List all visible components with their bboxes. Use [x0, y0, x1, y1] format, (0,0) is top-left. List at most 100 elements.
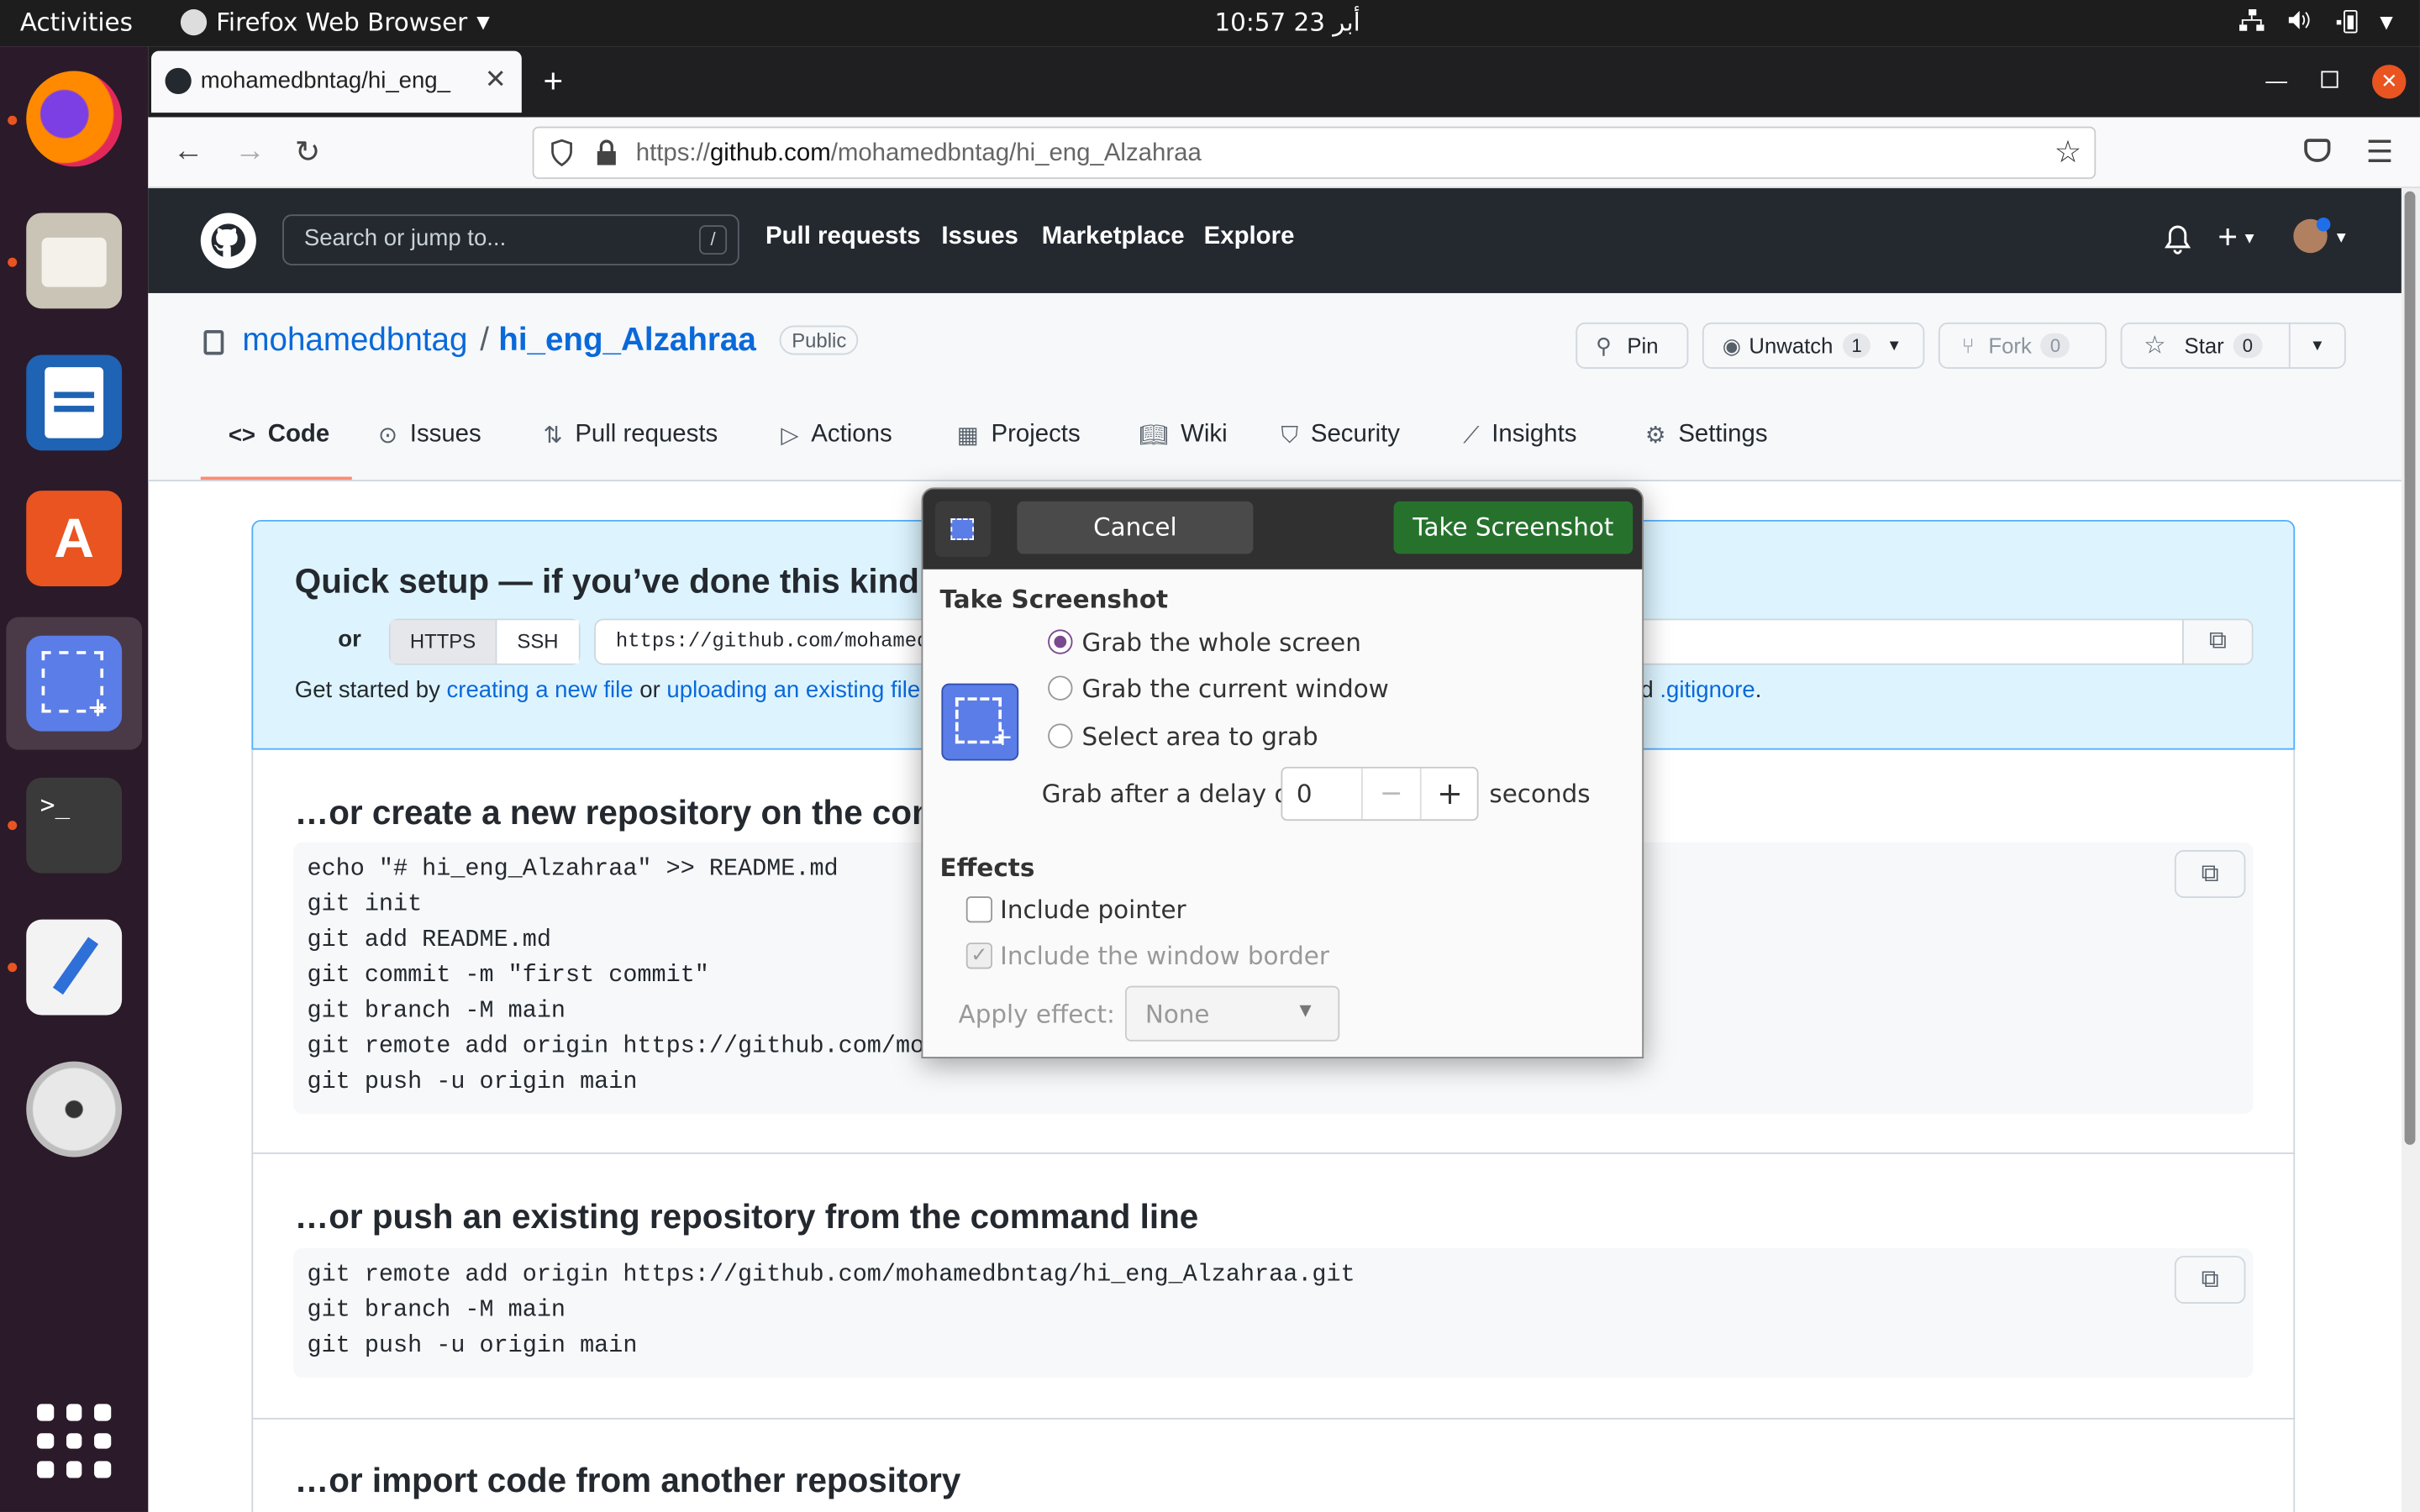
- minimize-icon[interactable]: —: [2265, 68, 2287, 92]
- text-editor-icon[interactable]: [26, 919, 123, 1016]
- scrollbar-thumb[interactable]: [2404, 191, 2416, 1145]
- include-border-label[interactable]: Include the window border: [1000, 941, 1329, 970]
- gh-nav-issues[interactable]: Issues: [941, 223, 1018, 251]
- close-window-icon[interactable]: ✕: [2372, 65, 2407, 99]
- grab-current-window-label[interactable]: Grab the current window: [1082, 675, 1389, 704]
- tab-code[interactable]: <> Code: [229, 421, 329, 449]
- star-count: 0: [2233, 333, 2263, 359]
- increment-icon[interactable]: +: [1419, 768, 1479, 820]
- tab-actions[interactable]: ▷ Actions: [781, 421, 892, 449]
- grab-current-window-radio[interactable]: [1048, 675, 1073, 701]
- bookmark-star-icon[interactable]: ☆: [2054, 133, 2082, 171]
- new-tab-icon[interactable]: +: [544, 61, 564, 102]
- pocket-icon[interactable]: [2304, 139, 2331, 162]
- repo-name-link[interactable]: hi_eng_Alzahraa: [498, 323, 756, 360]
- cancel-button[interactable]: Cancel: [1017, 501, 1254, 554]
- https-button[interactable]: HTTPS: [390, 620, 497, 664]
- running-indicator: [8, 821, 18, 831]
- star-button[interactable]: ☆ Star 0 ▼: [2120, 322, 2346, 369]
- copy-create-commands-icon[interactable]: ⧉: [2174, 850, 2246, 898]
- creating-new-file-link[interactable]: creating a new file: [447, 677, 634, 703]
- search-shortcut-badge: /: [699, 225, 728, 255]
- tab-code-label: Code: [267, 421, 330, 448]
- fork-button[interactable]: ⑂ Fork 0: [1938, 322, 2107, 369]
- push-existing-code-block[interactable]: git remote add origin https://github.com…: [292, 1247, 2254, 1378]
- battery-icon[interactable]: [2335, 8, 2366, 41]
- unwatch-button[interactable]: ◉ Unwatch 1 ▼: [1702, 322, 1925, 369]
- software-center-icon[interactable]: A: [26, 491, 123, 586]
- system-menu-chevron-icon[interactable]: ▼: [2380, 13, 2393, 33]
- terminal-icon[interactable]: >_: [26, 777, 123, 874]
- tab-wiki[interactable]: 📖︎ Wiki: [1139, 421, 1227, 449]
- delay-input[interactable]: 0: [1297, 780, 1313, 809]
- grab-whole-screen-label[interactable]: Grab the whole screen: [1082, 628, 1361, 658]
- uploading-existing-file-link[interactable]: uploading an existing file: [666, 677, 920, 703]
- tab-security[interactable]: ⛉ Security: [1281, 421, 1400, 449]
- tab-issues[interactable]: ⊙ Issues: [378, 421, 481, 449]
- apply-effect-select[interactable]: None ▼: [1124, 985, 1340, 1042]
- show-apps-icon[interactable]: [37, 1404, 112, 1478]
- grab-whole-screen-radio[interactable]: [1048, 629, 1073, 654]
- copy-url-icon[interactable]: ⧉: [2182, 618, 2254, 665]
- close-tab-icon[interactable]: ✕: [485, 65, 507, 96]
- screenshot-app-small-icon: [935, 501, 992, 558]
- writer-icon[interactable]: [26, 354, 123, 451]
- star-list-chevron-icon[interactable]: ▼: [2288, 323, 2344, 368]
- pull-request-icon: ⇅: [543, 423, 563, 449]
- tab-wiki-label: Wiki: [1181, 421, 1228, 448]
- github-search-input[interactable]: Search or jump to... /: [282, 214, 739, 265]
- select-area-label[interactable]: Select area to grab: [1082, 722, 1318, 752]
- tab-pull-requests[interactable]: ⇅ Pull requests: [544, 421, 718, 449]
- shield-icon[interactable]: [550, 139, 574, 174]
- shield-icon: ⛉: [1281, 422, 1299, 449]
- activities-button[interactable]: Activities: [20, 8, 133, 37]
- gh-nav-marketplace[interactable]: Marketplace: [1042, 223, 1185, 251]
- lock-icon[interactable]: [596, 139, 618, 174]
- tab-projects[interactable]: ▦ Projects: [957, 421, 1081, 449]
- screenshot-large-icon: +: [941, 683, 1019, 761]
- browser-tab[interactable]: mohamedbntag/hi_eng_ ✕: [150, 50, 522, 113]
- select-area-radio[interactable]: [1048, 723, 1073, 748]
- url-bar[interactable]: https://github.com/mohamedbntag/hi_eng_A…: [532, 126, 2096, 180]
- gh-nav-explore[interactable]: Explore: [1204, 223, 1295, 251]
- volume-icon[interactable]: [2286, 8, 2313, 39]
- import-title: …or import code from another repository: [294, 1461, 961, 1500]
- reload-icon[interactable]: ↻: [295, 133, 321, 171]
- disc-icon[interactable]: [26, 1061, 123, 1158]
- tab-insights[interactable]: ⟋ Insights: [1463, 421, 1576, 449]
- menu-icon[interactable]: ☰: [2366, 133, 2394, 171]
- gh-nav-pull-requests[interactable]: Pull requests: [765, 223, 921, 251]
- include-pointer-label[interactable]: Include pointer: [1000, 895, 1186, 924]
- back-icon[interactable]: ←: [173, 134, 204, 170]
- github-logo-icon[interactable]: [200, 213, 256, 269]
- app-menu[interactable]: Firefox Web Browser ▼: [180, 8, 490, 37]
- screen: Activities Firefox Web Browser ▼ 10:57 2…: [0, 0, 2420, 1512]
- avatar-chevron-icon[interactable]: ▼: [2333, 230, 2349, 247]
- ssh-button[interactable]: SSH: [497, 620, 579, 664]
- active-tab-underline: [200, 476, 352, 480]
- firefox-icon[interactable]: [26, 71, 123, 167]
- effect-value: None: [1144, 1000, 1210, 1030]
- chevron-down-icon: ▼: [1299, 1002, 1312, 1021]
- clock[interactable]: 10:57 23 أبر: [1214, 8, 1360, 37]
- pin-icon: ⚲: [1596, 332, 1612, 358]
- create-new-plus-icon[interactable]: + ▼: [2217, 218, 2257, 258]
- include-pointer-checkbox[interactable]: [965, 896, 992, 923]
- pin-button[interactable]: ⚲ Pin: [1576, 322, 1689, 369]
- maximize-icon[interactable]: [2321, 71, 2338, 88]
- screenshot-app-icon[interactable]: +: [26, 635, 123, 732]
- copy-push-commands-icon[interactable]: ⧉: [2174, 1256, 2246, 1305]
- decrement-icon[interactable]: −: [1360, 768, 1420, 820]
- firefox-small-icon: [180, 9, 208, 36]
- network-icon[interactable]: [2238, 8, 2265, 39]
- forward-icon[interactable]: →: [234, 134, 266, 170]
- files-icon[interactable]: [26, 213, 123, 309]
- bell-icon[interactable]: [2164, 223, 2191, 262]
- tab-settings-label: Settings: [1678, 421, 1768, 448]
- fork-label: Fork: [1988, 333, 2032, 359]
- include-border-checkbox[interactable]: ✓: [965, 942, 992, 969]
- repo-owner-link[interactable]: mohamedbntag: [242, 323, 467, 360]
- gitignore-link[interactable]: .gitignore: [1660, 677, 1754, 703]
- take-screenshot-button[interactable]: Take Screenshot: [1393, 501, 1634, 554]
- tab-settings[interactable]: ⚙ Settings: [1645, 421, 1768, 449]
